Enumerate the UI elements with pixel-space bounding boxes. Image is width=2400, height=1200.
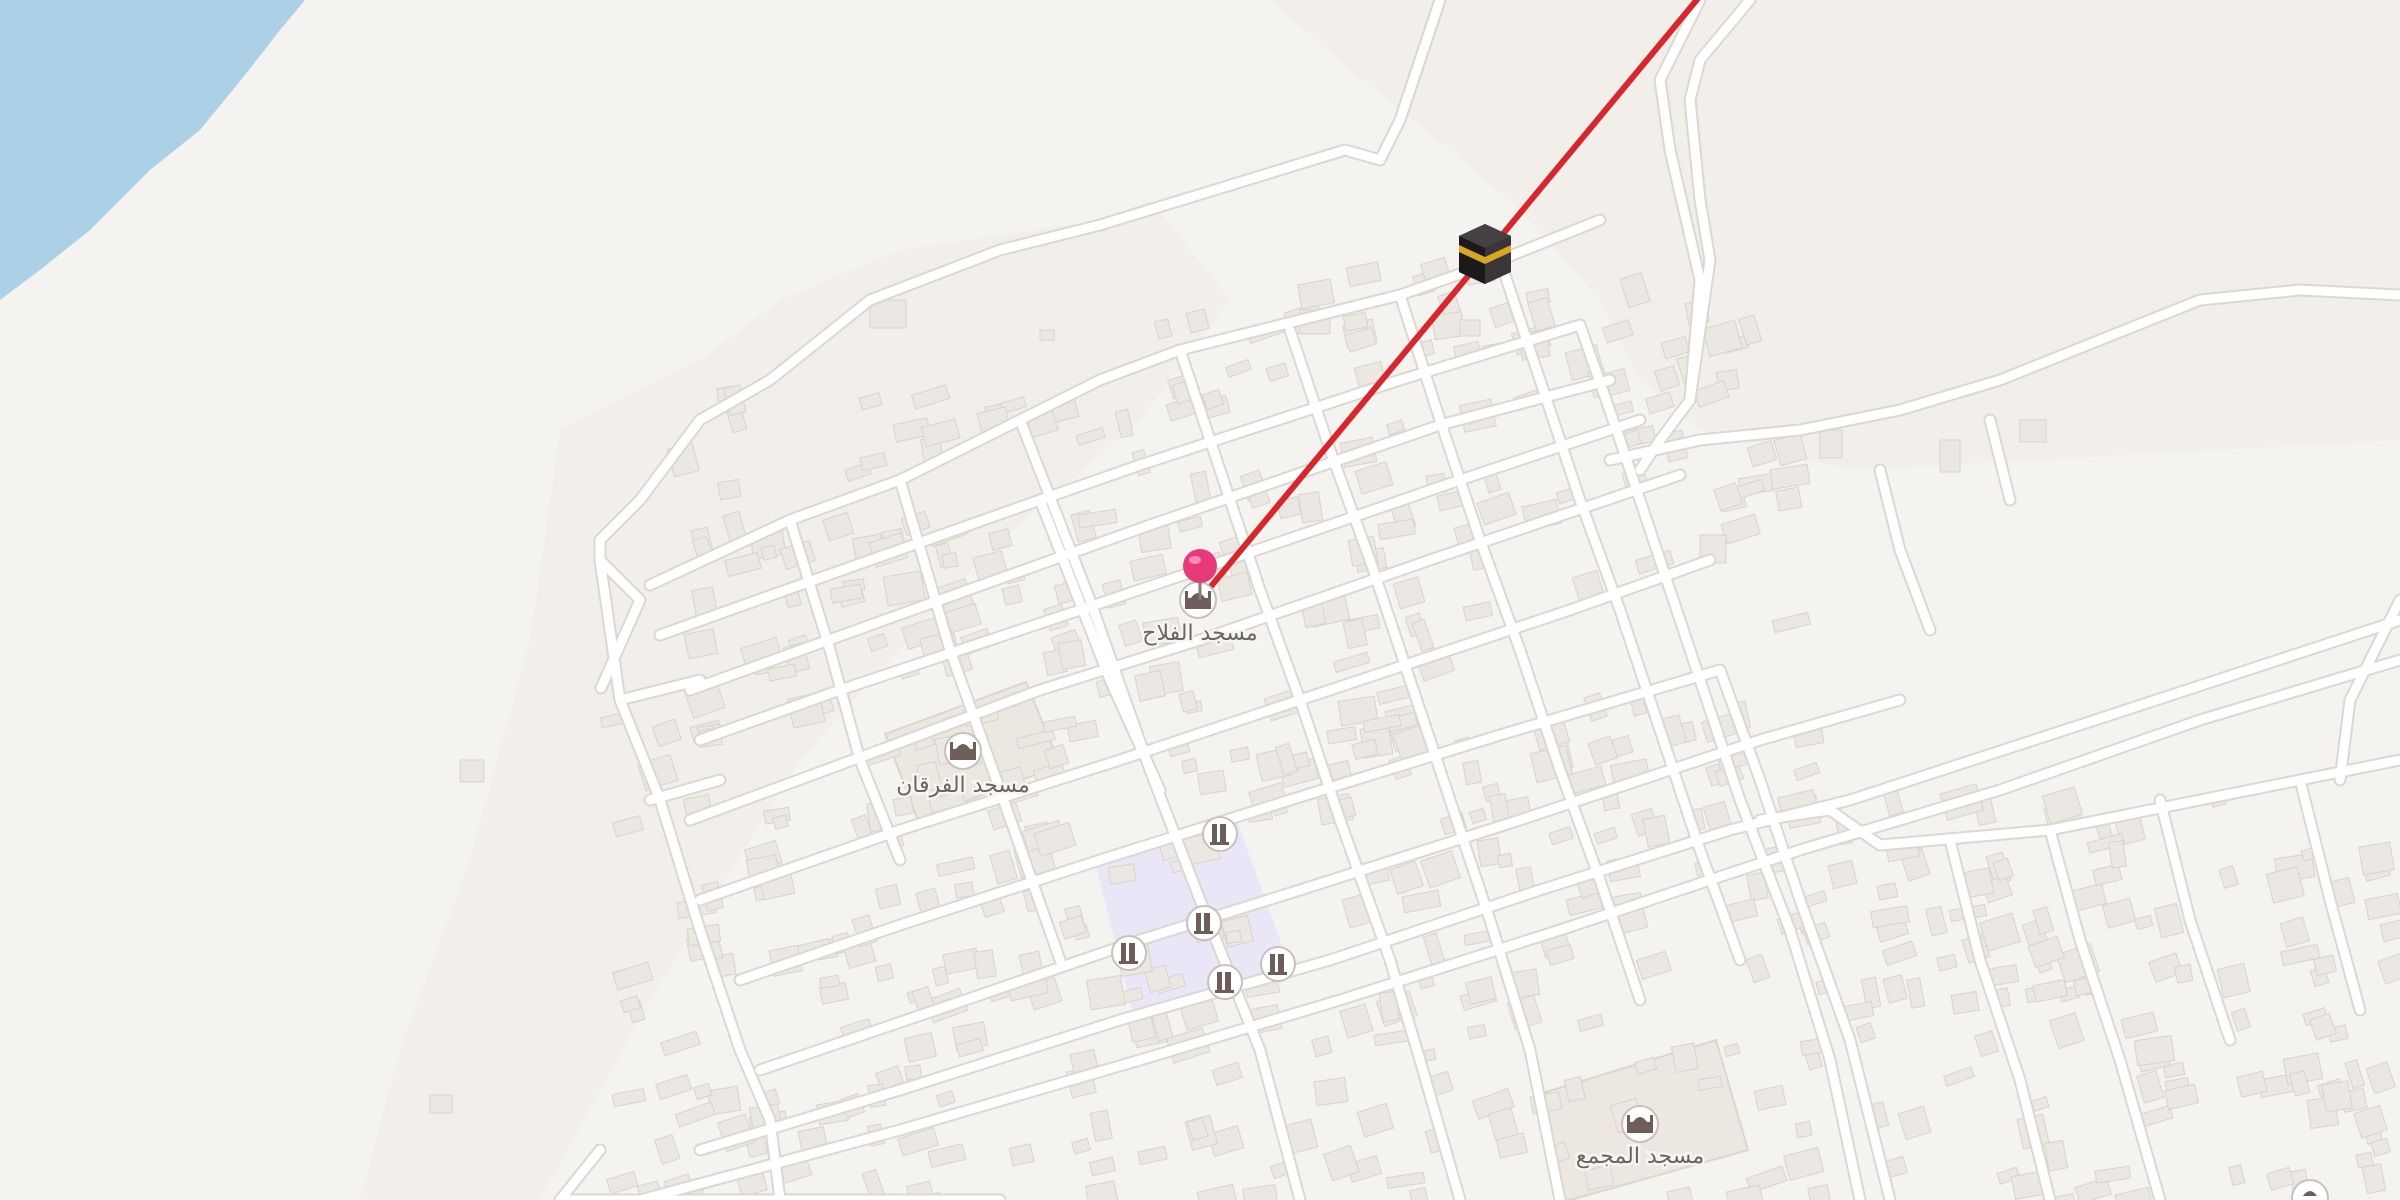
building [1950, 990, 1980, 1015]
building [1057, 639, 1087, 671]
poi-mosque-falah[interactable] [1179, 581, 1217, 619]
building [2216, 962, 2251, 999]
building [1459, 319, 1481, 337]
building [1086, 974, 1126, 1011]
building [1185, 308, 1210, 334]
building [1039, 329, 1055, 341]
building [1584, 1164, 1615, 1191]
building [2321, 1080, 2353, 1113]
building [1670, 1042, 1699, 1074]
building [1466, 1023, 1487, 1040]
building [1819, 429, 1843, 459]
building [717, 478, 742, 501]
building [1181, 757, 1199, 775]
building [1775, 486, 1803, 512]
building [892, 796, 915, 817]
building [1313, 1076, 1349, 1107]
map-view[interactable]: مسجد الفلاح مسجد الفرقان مسجد المجمع [0, 0, 2400, 1200]
building [1939, 439, 1961, 473]
poi-mosque-mujamma[interactable] [1621, 1105, 1659, 1143]
building [1827, 859, 1858, 890]
building [1008, 1143, 1035, 1167]
building [1876, 882, 1899, 901]
building [1134, 669, 1166, 702]
building [1001, 584, 1023, 606]
building [683, 628, 719, 660]
building [1794, 1120, 1813, 1139]
building [973, 949, 997, 980]
building [2174, 963, 2194, 984]
building [1107, 863, 1137, 885]
poi-label-mujamma: مسجد المجمع [1576, 1144, 1704, 1169]
grave-icon[interactable] [1111, 935, 1147, 971]
building [874, 883, 902, 910]
building [429, 1094, 453, 1114]
building [882, 570, 926, 607]
building [1462, 759, 1483, 786]
grave-icon[interactable] [1202, 816, 1238, 852]
building [1311, 1035, 1333, 1058]
grave-icon[interactable] [1260, 946, 1296, 982]
poi-label-furqan: مسجد الفرقان [896, 773, 1030, 798]
kaaba-icon[interactable] [1459, 224, 1511, 284]
building [2108, 840, 2128, 869]
building [2358, 841, 2395, 876]
building [874, 963, 895, 982]
poi-label-falah: مسجد الفلاح [1142, 621, 1257, 646]
grave-icon[interactable] [1207, 964, 1243, 1000]
building [1476, 837, 1503, 868]
poi-mosque-furqan[interactable] [944, 732, 982, 770]
building [1298, 491, 1324, 524]
building [459, 759, 485, 783]
building [2133, 1035, 2176, 1067]
building [1196, 769, 1227, 796]
building [1229, 746, 1251, 763]
building [1496, 852, 1514, 869]
building [941, 551, 959, 569]
building [1225, 929, 1243, 945]
building [2019, 419, 2047, 443]
building [760, 544, 778, 561]
grave-icon[interactable] [1186, 905, 1222, 941]
map-canvas[interactable]: مسجد الفلاح مسجد الفرقان مسجد المجمع [0, 0, 2400, 1200]
